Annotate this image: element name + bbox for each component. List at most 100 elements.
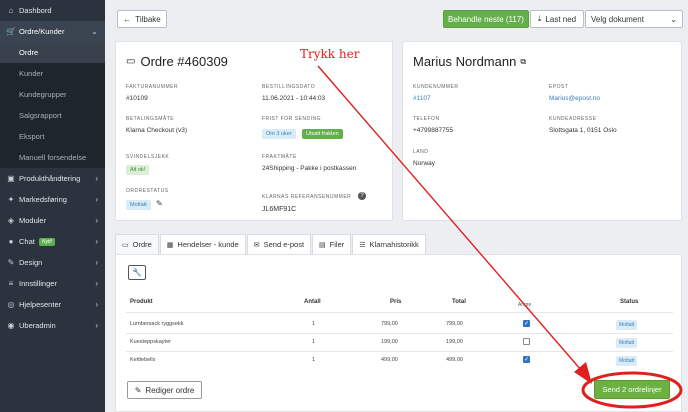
product-link[interactable]: Kuesteppskayter xyxy=(130,339,171,345)
back-button[interactable]: ← Tilbake xyxy=(117,10,167,28)
qty-cell: 1 xyxy=(312,357,316,363)
sidebar-item-dashboard[interactable]: ⌂ Dashbord xyxy=(0,0,105,21)
home-icon: ⌂ xyxy=(8,6,14,15)
monitor-icon: ▭ xyxy=(126,56,136,67)
status-badge: Mottatt xyxy=(616,320,638,330)
cube-icon: ◈ xyxy=(7,216,15,225)
list-icon: ☰ xyxy=(359,241,366,249)
deadline-label: FRIST FOR SENDING xyxy=(262,116,321,122)
sidebar-subitem-manual-shipping[interactable]: Manuell forsendelse xyxy=(0,147,105,168)
qty-cell: 1 xyxy=(312,321,316,327)
sidebar-item-help[interactable]: ◎ Hjelpesenter › xyxy=(0,294,105,315)
arrow-left-icon: ← xyxy=(123,14,132,24)
chevron-down-icon: ⌄ xyxy=(91,27,98,36)
annotation-text: Trykk her xyxy=(300,47,360,61)
line-checkbox[interactable]: ✓ xyxy=(523,356,530,363)
order-status-badge[interactable]: Mottatt xyxy=(126,200,151,210)
chevron-right-icon: › xyxy=(95,174,98,183)
tab-send-email[interactable]: ✉ Send e-post xyxy=(246,234,312,254)
sidebar-subitem-orders[interactable]: Ordre xyxy=(0,42,105,63)
sidebar-item-orders-customers[interactable]: 🛒 Ordre/Kunder ⌄ xyxy=(0,21,105,42)
col-product: Produkt xyxy=(130,299,153,305)
sliders-icon: ≡ xyxy=(8,279,14,288)
product-link[interactable]: Lumbersack ryggsekk xyxy=(130,321,184,327)
chevron-right-icon: › xyxy=(95,237,98,246)
megaphone-icon: ✦ xyxy=(7,195,15,204)
user-shield-icon: ◉ xyxy=(7,321,15,330)
chat-icon: ● xyxy=(8,237,14,246)
sidebar-submenu: Ordre Kunder Kundegrupper Salgsrapport E… xyxy=(0,42,105,168)
country-value: Norway xyxy=(413,160,436,167)
sidebar-item-design[interactable]: ✎ Design › xyxy=(0,252,105,273)
email-label: EPOST xyxy=(549,84,569,90)
tab-files[interactable]: ▤ Filer xyxy=(312,234,352,254)
sidebar-item-uberadmin[interactable]: ◉ Uberadmin › xyxy=(0,315,105,336)
phone-value: +4799887755 xyxy=(413,127,453,134)
calendar-icon: ▦ xyxy=(166,241,174,249)
total-cell: 499,00 xyxy=(446,357,463,363)
order-title: ▭ Ordre #460309 xyxy=(126,54,228,69)
line-checkbox[interactable] xyxy=(523,338,530,345)
shipping-label: FRAKTMÅTE xyxy=(262,154,297,160)
sidebar-subitem-sales-report[interactable]: Salgsrapport xyxy=(0,105,105,126)
tab-customer-events[interactable]: ▦ Hendelser - kunde xyxy=(159,234,246,254)
tab-order[interactable]: ▭ Ordre xyxy=(115,234,159,254)
pencil-icon[interactable]: ✎ xyxy=(156,199,163,208)
email-link[interactable]: Marius@epost.no xyxy=(549,95,600,102)
download-button[interactable]: ⤓ Last ned xyxy=(530,10,584,28)
col-qty: Antall xyxy=(304,299,321,305)
price-cell: 799,00 xyxy=(381,321,398,327)
cart-icon: 🛒 xyxy=(6,27,16,36)
chevron-right-icon: › xyxy=(95,195,98,204)
sidebar-item-label: Dashbord xyxy=(19,6,52,15)
copy-icon[interactable]: ⧉ xyxy=(520,57,526,67)
monitor-icon: ▭ xyxy=(122,241,129,249)
brush-icon: ✎ xyxy=(7,258,15,267)
sidebar-item-settings[interactable]: ≡ Innstillinger › xyxy=(0,273,105,294)
country-label: LAND xyxy=(413,149,429,155)
sidebar-subitem-customer-groups[interactable]: Kundegrupper xyxy=(0,84,105,105)
sidebar-item-chat[interactable]: ● Chat Nytt! › xyxy=(0,231,105,252)
invoice-value: #10109 xyxy=(126,95,148,102)
document-select[interactable]: Velg dokument ⌄ xyxy=(585,10,683,28)
col-total: Total xyxy=(452,299,466,305)
klarna-ref-label: KLARNAS REFERANSENUMMER xyxy=(262,194,352,200)
price-cell: 199,00 xyxy=(381,339,398,345)
address-value: Slottsgata 1, 0151 Oslo xyxy=(549,127,617,134)
edit-order-button[interactable]: ✎ Rediger ordre xyxy=(127,381,202,399)
sidebar-subitem-customers[interactable]: Kunder xyxy=(0,63,105,84)
pencil-icon: ✎ xyxy=(134,385,142,395)
lifebuoy-icon: ◎ xyxy=(7,300,15,309)
wrench-icon[interactable]: 🔧 xyxy=(128,265,146,280)
chevron-down-icon: ⌄ xyxy=(670,14,677,24)
invoice-label: FAKTURANUMMER xyxy=(126,84,179,90)
sidebar-item-products[interactable]: ▣ Produkthåndtering › xyxy=(0,168,105,189)
order-tabs: ▭ Ordre ▦ Hendelser - kunde ✉ Send e-post ▤… xyxy=(115,234,427,254)
divider xyxy=(126,312,673,313)
total-cell: 199,00 xyxy=(446,339,463,345)
chevron-right-icon: › xyxy=(95,216,98,225)
deadline-badge: Om 3 uker xyxy=(262,129,296,139)
help-icon[interactable]: ? xyxy=(358,192,366,200)
order-date-value: 11.06.2021 - 10:44:03 xyxy=(262,95,326,102)
customer-card: Marius Nordmann ⧉ KUNDENUMMER #1107 EPOS… xyxy=(402,41,682,221)
product-link[interactable]: Kettlebells xyxy=(130,357,155,363)
sidebar-item-label: Ordre/Kunder xyxy=(19,27,65,36)
process-next-button[interactable]: Behandle neste (117) xyxy=(443,10,529,28)
sidebar-item-marketing[interactable]: ✦ Markedsføring › xyxy=(0,189,105,210)
sidebar-item-modules[interactable]: ◈ Moduler › xyxy=(0,210,105,231)
shipping-value: 24Shipping - Pakke i postkassen xyxy=(262,165,357,172)
postpone-shipping-button[interactable]: Utsatt frakten xyxy=(302,129,343,139)
line-checkbox[interactable]: ✓ xyxy=(523,320,530,327)
fraud-check-label: SVINDELSJEKK xyxy=(126,154,170,160)
divider xyxy=(126,351,673,352)
download-icon: ⤓ xyxy=(537,14,542,23)
send-order-lines-button[interactable]: Send 2 ordrelinjer xyxy=(594,380,670,399)
customer-number-link[interactable]: #1107 xyxy=(413,95,431,102)
payment-label: BETALINGSMÅTE xyxy=(126,116,175,122)
qty-cell: 1 xyxy=(312,339,316,345)
sidebar-subitem-export[interactable]: Eksport xyxy=(0,126,105,147)
status-badge: Mottatt xyxy=(616,356,638,366)
tab-klarna-history[interactable]: ☰ Klarnahistorikk xyxy=(352,234,426,254)
col-price: Pris xyxy=(390,299,402,305)
